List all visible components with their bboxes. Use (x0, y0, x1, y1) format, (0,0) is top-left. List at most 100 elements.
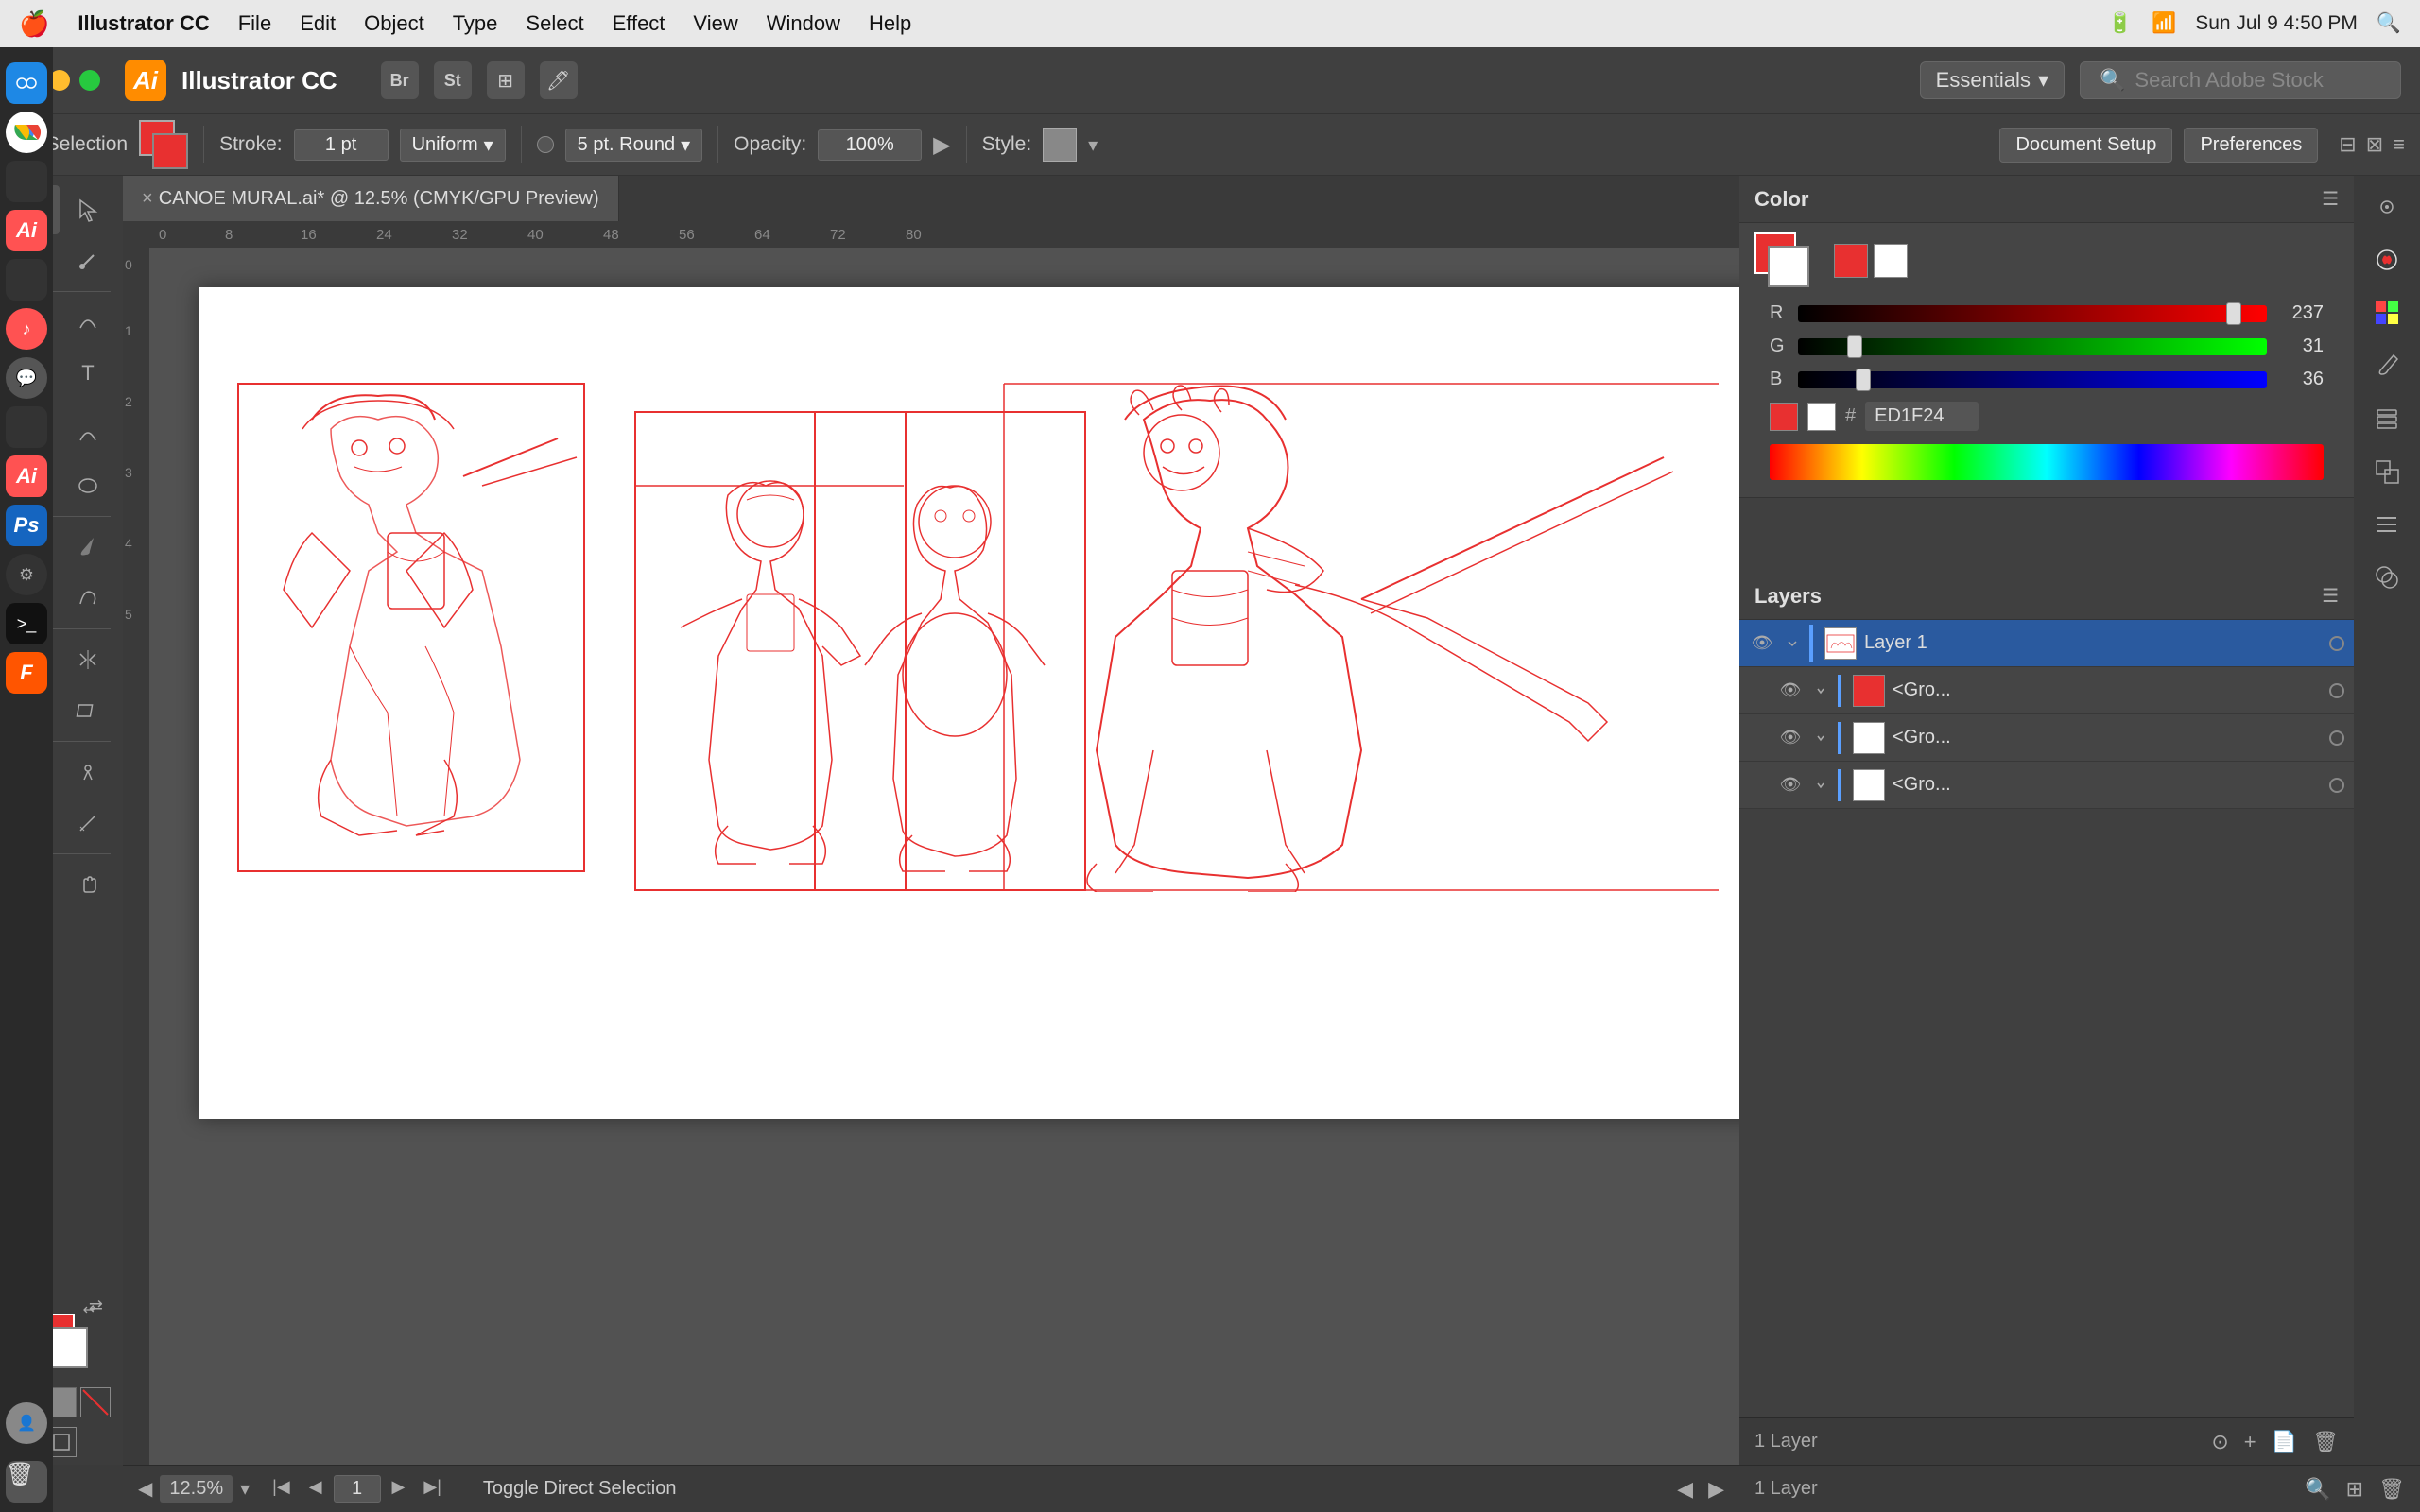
menu-illustrator[interactable]: Illustrator CC (78, 11, 209, 36)
swap-colors-icon[interactable]: ⇄ (89, 1297, 103, 1316)
align-icon[interactable]: ⊟ (2339, 132, 2356, 157)
g-slider-thumb[interactable] (1847, 335, 1862, 358)
brush-type-dropdown[interactable]: 5 pt. Round ▾ (565, 129, 702, 162)
music-icon[interactable]: ♪ (6, 308, 47, 350)
next-page-btn[interactable]: ▶ (385, 1475, 413, 1503)
sublayer-2-arrow[interactable] (1811, 731, 1830, 745)
document-setup-btn[interactable]: Document Setup (1999, 128, 2172, 163)
direct-selection-tool[interactable] (63, 185, 112, 234)
search-layers-icon[interactable]: 🔍 (2305, 1477, 2330, 1502)
hand-tool[interactable] (63, 860, 112, 909)
menu-select[interactable]: Select (526, 11, 583, 36)
hex-white-swatch[interactable] (1807, 403, 1836, 431)
zoom-out-btn[interactable]: ◀ (138, 1477, 152, 1501)
layer-1-visibility-icon[interactable]: 👁 (1749, 630, 1775, 657)
r-slider[interactable] (1798, 305, 2267, 322)
messages-icon[interactable]: 💬 (6, 357, 47, 399)
search-icon[interactable]: 🔍 (2377, 12, 2401, 35)
blob-brush-tool[interactable] (63, 523, 112, 572)
brushes-panel-icon[interactable] (2365, 344, 2409, 387)
ps-icon[interactable]: Ps (6, 505, 47, 546)
hex-preview-swatch[interactable] (1770, 403, 1798, 431)
layers-panel-icon[interactable] (2365, 397, 2409, 440)
fill-stroke-swatches[interactable] (139, 120, 188, 169)
system-prefs-icon[interactable]: ⚙ (6, 554, 47, 595)
next-nav-btn[interactable]: ▶ (1708, 1477, 1724, 1502)
tab-close-icon[interactable]: × (142, 188, 153, 210)
menu-object[interactable]: Object (364, 11, 424, 36)
sublayer-1-arrow[interactable] (1811, 684, 1830, 697)
reflect-tool[interactable] (63, 635, 112, 684)
bridge-btn[interactable]: Br (381, 61, 419, 99)
sublayer-3-visibility-icon[interactable]: 👁 (1777, 772, 1804, 799)
sublayer-2-row[interactable]: 👁 <Gro... (1739, 714, 2354, 762)
f360-icon[interactable]: F (6, 652, 47, 694)
b-slider[interactable] (1798, 371, 2267, 388)
layers-panel-menu-icon[interactable]: ☰ (2322, 584, 2339, 608)
workspace-icon[interactable]: ⊞ (487, 61, 525, 99)
last-page-btn[interactable]: ▶| (416, 1475, 449, 1503)
app-icon-5[interactable] (6, 259, 47, 301)
align-panel-icon[interactable] (2365, 503, 2409, 546)
trash-icon[interactable]: 🗑 (6, 1461, 47, 1503)
terminal-icon[interactable]: >_ (6, 603, 47, 644)
vertical-type-tool[interactable]: T (63, 349, 112, 398)
color-spectrum[interactable] (1770, 444, 2324, 480)
essentials-dropdown[interactable]: Essentials ▾ (1920, 61, 2065, 99)
hex-input[interactable] (1865, 402, 1979, 431)
color-panel-menu-icon[interactable]: ☰ (2322, 187, 2339, 211)
pathfinder-panel-icon[interactable] (2365, 556, 2409, 599)
maximize-button[interactable] (79, 70, 100, 91)
new-layer-btn[interactable]: 📄 (2272, 1430, 2297, 1454)
menu-edit[interactable]: Edit (300, 11, 336, 36)
menu-view[interactable]: View (693, 11, 737, 36)
none-mode-btn[interactable] (1874, 244, 1908, 278)
ai-icon-2[interactable]: Ai (6, 455, 47, 497)
more-btn[interactable]: ▶ (933, 131, 950, 159)
arc-tool[interactable] (63, 410, 112, 459)
ellipse-tool[interactable] (63, 461, 112, 510)
delete-layer-btn[interactable]: 🗑 (2312, 1430, 2339, 1454)
new-sublayer-btn[interactable]: + (2244, 1430, 2256, 1454)
arrange-icon[interactable]: 🖊 (540, 61, 578, 99)
finder-icon[interactable] (6, 62, 47, 104)
first-page-btn[interactable]: |◀ (265, 1475, 298, 1503)
apple-menu[interactable]: 🍎 (19, 9, 49, 39)
prev-nav-btn[interactable]: ◀ (1677, 1477, 1693, 1502)
sublayer-1-target-dot[interactable] (2329, 683, 2344, 698)
none-mode-icon[interactable] (80, 1387, 111, 1418)
sublayer-3-target-dot[interactable] (2329, 778, 2344, 793)
menu-window[interactable]: Window (767, 11, 840, 36)
app-icon-3[interactable] (6, 161, 47, 202)
stroke-swatch[interactable] (152, 133, 188, 169)
list-icon[interactable]: ≡ (2393, 132, 2405, 157)
opacity-input[interactable] (818, 129, 922, 161)
color-mode-btn[interactable] (1834, 244, 1868, 278)
color-panel-icon[interactable] (2365, 238, 2409, 282)
page-input[interactable] (334, 1475, 381, 1503)
prev-page-btn[interactable]: ◀ (302, 1475, 330, 1503)
user-avatar[interactable]: 👤 (6, 1402, 47, 1444)
b-slider-thumb[interactable] (1856, 369, 1871, 391)
menu-type[interactable]: Type (453, 11, 498, 36)
sublayer-1-visibility-icon[interactable]: 👁 (1777, 678, 1804, 704)
stock-btn[interactable]: St (434, 61, 472, 99)
puppet-warp-tool[interactable] (63, 747, 112, 797)
menu-help[interactable]: Help (869, 11, 911, 36)
illustrator-dock-icon[interactable]: Ai (6, 210, 47, 251)
stroke-type-dropdown[interactable]: Uniform ▾ (400, 129, 506, 162)
measure-tool[interactable] (63, 799, 112, 848)
bg-color-swatch[interactable] (1768, 246, 1809, 287)
style-swatch[interactable] (1043, 128, 1077, 162)
make-clipping-mask-btn[interactable]: ⊙ (2211, 1430, 2228, 1454)
layer-1-expand-arrow[interactable] (1783, 636, 1802, 651)
shear-tool[interactable] (63, 686, 112, 735)
app-icon-8[interactable] (6, 406, 47, 448)
toggle-direct-selection[interactable]: Toggle Direct Selection (483, 1478, 677, 1500)
search-stock-field[interactable]: 🔍 Search Adobe Stock (2080, 61, 2401, 99)
preferences-btn[interactable]: Preferences (2184, 128, 2318, 163)
sublayer-3-row[interactable]: 👁 <Gro... (1739, 762, 2354, 809)
delete-layer-status-btn[interactable]: 🗑 (2378, 1477, 2405, 1502)
swatches-panel-icon[interactable] (2365, 291, 2409, 335)
properties-panel-icon[interactable] (2365, 185, 2409, 229)
